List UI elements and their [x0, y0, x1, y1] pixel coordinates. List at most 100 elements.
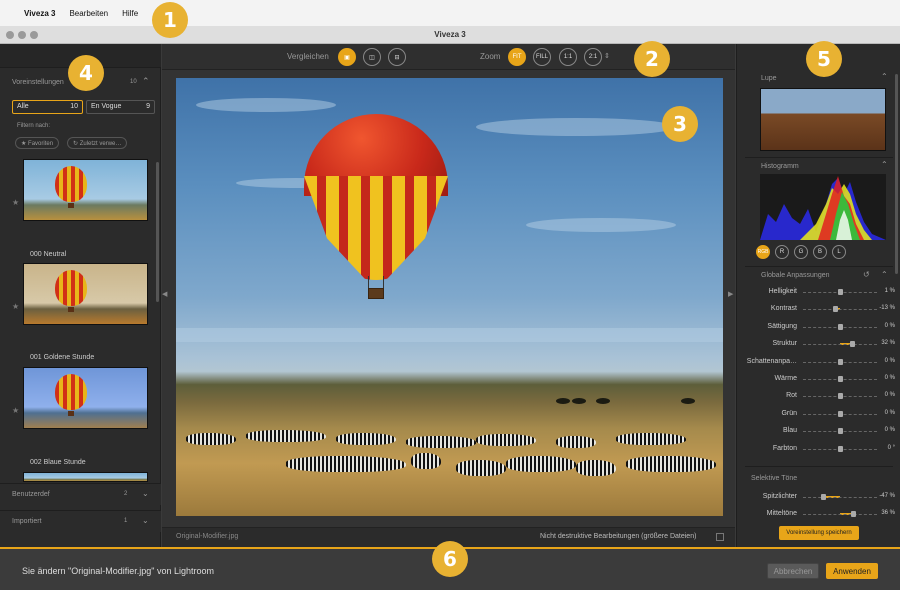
adjustment-row[interactable]: Rot 0 %: [737, 390, 900, 404]
adjustment-value: 0 %: [884, 322, 895, 329]
adjustment-slider-handle[interactable]: [851, 511, 857, 517]
cancel-button[interactable]: Abbrechen: [767, 563, 819, 579]
adjustment-slider-handle[interactable]: [838, 410, 843, 417]
channel-rgb-button[interactable]: RGB: [756, 245, 770, 259]
adjustment-slider-track[interactable]: [803, 497, 877, 498]
adjustment-label: Grün: [781, 409, 797, 417]
menu-app[interactable]: Viveza 3: [24, 9, 55, 18]
user-presets-section[interactable]: Benutzerdef 2 ⌄: [0, 483, 161, 505]
adjustments-scrollbar[interactable]: [895, 74, 898, 274]
adjustment-slider-track[interactable]: [803, 514, 877, 515]
adjustment-slider-handle[interactable]: [849, 341, 855, 348]
filter-vogue-label: En Vogue: [91, 103, 122, 110]
channel-l-button[interactable]: L: [832, 245, 846, 259]
zebra-graphic: [616, 433, 686, 445]
channel-r-button[interactable]: R: [775, 245, 789, 259]
preset-label: 002 Blaue Stunde: [30, 459, 86, 466]
chevron-up-icon[interactable]: ⌃: [881, 270, 888, 279]
star-icon[interactable]: ★: [12, 198, 19, 207]
star-icon[interactable]: ★: [12, 406, 19, 415]
balloon-thumb-graphic: [55, 166, 87, 202]
presets-scrollbar[interactable]: [156, 162, 159, 302]
collapse-left-icon[interactable]: ◀: [162, 290, 167, 298]
preset-thumbnail[interactable]: [23, 367, 148, 429]
adjustment-slider-handle[interactable]: [838, 323, 843, 330]
apply-button[interactable]: Anwenden: [826, 563, 878, 579]
adjustment-row[interactable]: Struktur 32 %: [737, 338, 900, 352]
adjustment-row[interactable]: Sättigung 0 %: [737, 321, 900, 335]
presets-label[interactable]: Voreinstellungen: [12, 79, 64, 86]
menu-edit[interactable]: Bearbeiten: [69, 9, 108, 18]
adjustment-row[interactable]: Wärme 0 %: [737, 373, 900, 387]
filter-vogue-button[interactable]: En Vogue 9: [86, 100, 155, 114]
reset-icon[interactable]: ↺: [863, 270, 870, 279]
adjustment-slider-handle[interactable]: [833, 306, 839, 313]
adjustment-row[interactable]: Grün 0 %: [737, 408, 900, 422]
channel-b-button[interactable]: B: [813, 245, 827, 259]
menu-help[interactable]: Hilfe: [122, 9, 138, 18]
preset-thumbnail[interactable]: [23, 159, 148, 221]
chevron-down-icon[interactable]: ⌄: [142, 489, 149, 498]
adjustment-row[interactable]: Schattenanpa… 0 %: [737, 356, 900, 370]
image-preview[interactable]: [176, 78, 723, 516]
divider: [745, 466, 893, 467]
filter-all-label: Alle: [17, 103, 29, 110]
adjustment-slider-handle[interactable]: [838, 358, 843, 365]
preset-label: 000 Neutral: [30, 251, 67, 258]
chevron-up-icon[interactable]: ⌃: [881, 72, 888, 81]
zoom-stepper-icon[interactable]: ⇕: [604, 52, 610, 60]
save-preset-button[interactable]: Voreinstellung speichern: [779, 526, 859, 540]
zoom-fit-button[interactable]: FIT: [508, 48, 526, 66]
favorites-chip[interactable]: ★ Favoriten: [15, 137, 60, 149]
adjustment-slider-handle[interactable]: [838, 393, 843, 400]
adjustment-row[interactable]: Helligkeit 1 %: [737, 286, 900, 300]
adjustment-row[interactable]: Kontrast -13 %: [737, 303, 900, 317]
chevron-up-icon[interactable]: ⌃: [142, 76, 150, 87]
imported-presets-section[interactable]: Importiert 1 ⌄: [0, 510, 161, 532]
global-adjustments-label: Globale Anpassungen: [761, 272, 830, 279]
divider: [745, 157, 893, 158]
adjustment-row[interactable]: Spitzlichter -47 %: [737, 491, 900, 505]
imported-section-count: 1: [124, 518, 128, 524]
chevron-down-icon[interactable]: ⌄: [142, 516, 149, 525]
filter-all-button[interactable]: Alle 10: [12, 100, 83, 114]
callout-badge: 5: [806, 41, 842, 77]
compare-split-button[interactable]: ◫: [363, 48, 381, 66]
nondestructive-label: Nicht destruktive Bearbeitungen (größere…: [540, 533, 697, 540]
adjustment-slider-handle[interactable]: [838, 445, 843, 452]
cloud-graphic: [476, 118, 676, 136]
adjustment-row[interactable]: Farbton 0 °: [737, 443, 900, 457]
selective-tones-label: Selektive Töne: [751, 475, 798, 482]
zoom-1-1-button[interactable]: 1:1: [559, 48, 577, 66]
adjustment-slider-track[interactable]: [803, 344, 877, 346]
preset-thumbnail[interactable]: [23, 263, 148, 325]
zebra-graphic: [476, 434, 536, 446]
channel-g-button[interactable]: G: [794, 245, 808, 259]
adjustment-row[interactable]: Blau 0 %: [737, 425, 900, 439]
adjustment-label: Spitzlichter: [762, 493, 797, 500]
recent-chip[interactable]: ↻ Zuletzt verwe…: [67, 137, 128, 149]
nondestructive-checkbox[interactable]: [716, 533, 724, 541]
adjustment-slider-handle[interactable]: [838, 428, 843, 435]
adjustment-slider-handle[interactable]: [838, 289, 844, 295]
balloon-bottom: [304, 176, 448, 280]
adjustments-panel: Lupe ⌃ Histogramm ⌃ RGB R G B L Globale …: [736, 44, 900, 547]
collapse-right-icon[interactable]: ▶: [728, 290, 733, 298]
compare-side-button[interactable]: ⊟: [388, 48, 406, 66]
adjustment-slider-handle[interactable]: [820, 494, 826, 500]
zoom-fill-button[interactable]: FILL: [533, 48, 551, 66]
adjustment-label: Rot: [786, 392, 797, 400]
loupe-view[interactable]: [760, 88, 886, 151]
basket-thumb-graphic: [68, 203, 74, 208]
adjustment-row[interactable]: Mitteltöne 36 %: [737, 508, 900, 522]
compare-single-button[interactable]: ▣: [338, 48, 356, 66]
zoom-2-1-button[interactable]: 2:1: [584, 48, 602, 66]
preset-thumbnail[interactable]: [23, 472, 148, 482]
chevron-up-icon[interactable]: ⌃: [881, 160, 888, 169]
adjustment-slider-handle[interactable]: [838, 376, 843, 382]
adjustment-value: 0 %: [884, 427, 895, 434]
zebra-graphic: [626, 456, 716, 472]
adjustment-slider-track[interactable]: [803, 309, 877, 311]
star-icon[interactable]: ★: [12, 302, 19, 311]
tree-graphic: [556, 398, 570, 404]
